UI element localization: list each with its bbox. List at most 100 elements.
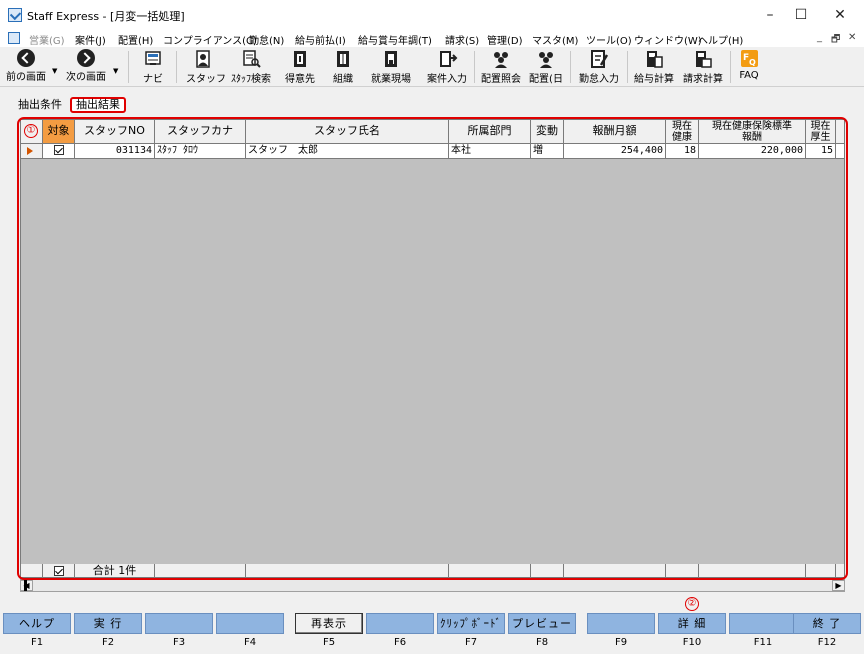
- menu-sales[interactable]: 営業(G): [29, 32, 65, 47]
- f6-button[interactable]: [366, 613, 434, 634]
- menu-billing[interactable]: 請求(S): [445, 32, 479, 47]
- staff-no-cell[interactable]: 031134: [75, 144, 155, 159]
- staff-kana-cell[interactable]: ｽﾀｯﾌ ﾀﾛｳ: [155, 144, 246, 159]
- menu-salary-bonus[interactable]: 給与賞与年調(T): [358, 32, 432, 47]
- f11-button[interactable]: [729, 613, 797, 634]
- header-pension-grade[interactable]: 現在 厚生: [806, 120, 836, 144]
- header-health-grade[interactable]: 現在 健康: [666, 120, 699, 144]
- health-standard-cell[interactable]: 220,000: [699, 144, 806, 159]
- toolbar-faq-button[interactable]: FQ FAQ: [734, 49, 764, 81]
- f5-key-label: F5: [322, 637, 336, 648]
- f2-key-label: F2: [101, 637, 115, 648]
- menu-assignment[interactable]: 配置(H): [118, 32, 153, 47]
- tab-extraction-results[interactable]: 抽出結果: [70, 97, 126, 113]
- header-target[interactable]: 対象: [43, 120, 75, 144]
- change-cell[interactable]: 増: [531, 144, 564, 159]
- navi-icon: [145, 51, 161, 65]
- health-grade-cell[interactable]: 18: [666, 144, 699, 159]
- toolbar-organization-button[interactable]: 組織: [328, 49, 358, 85]
- target-checkbox[interactable]: [53, 145, 64, 155]
- f9-key-label: F9: [614, 637, 628, 648]
- menu-tools[interactable]: ツール(O): [586, 32, 632, 47]
- toolbar-payroll-calc-button[interactable]: 給与計算: [631, 49, 677, 85]
- app-icon: [8, 8, 22, 22]
- grid-footer-row: 合計 1件: [21, 564, 844, 577]
- menu-attendance[interactable]: 勤怠(N): [249, 32, 284, 47]
- menu-bar: 営業(G) 案件(J) 配置(H) コンプライアンス(C) 勤怠(N) 給与前払…: [0, 30, 864, 47]
- header-staff-kana[interactable]: スタッフカナ: [155, 120, 246, 144]
- horizontal-scrollbar[interactable]: ◀ ▶: [20, 579, 845, 592]
- mdi-close-button[interactable]: ✕: [848, 32, 856, 43]
- header-health-standard-line1: 現在健康保険標準: [712, 121, 792, 132]
- f5-refresh-button[interactable]: 再表示: [295, 613, 363, 634]
- footer-checkbox[interactable]: [53, 566, 64, 576]
- maximize-button[interactable]: ☐: [783, 4, 819, 26]
- header-department[interactable]: 所属部門: [449, 120, 531, 144]
- toolbar-staff-search-button[interactable]: ｽﾀｯﾌ検索: [228, 49, 274, 85]
- staff-name-cell[interactable]: スタッフ 太郎: [246, 144, 449, 159]
- f11-key-label: F11: [753, 637, 773, 648]
- toolbar-worksite-button[interactable]: 就業現場: [368, 49, 414, 85]
- target-cell[interactable]: [43, 144, 75, 159]
- footer-selector: [21, 564, 43, 577]
- row-selector[interactable]: [21, 144, 43, 159]
- toolbar-case-input-button[interactable]: 案件入力: [424, 49, 470, 85]
- worksite-icon: [385, 51, 397, 67]
- menu-help[interactable]: ヘルプ(H): [698, 32, 743, 47]
- f1-key-label: F1: [30, 637, 44, 648]
- case-input-icon: [440, 51, 458, 67]
- current-row-arrow-icon: [27, 147, 33, 155]
- toolbar-assignment-inquiry-button[interactable]: 配置照会: [478, 49, 524, 85]
- toolbar-staff-button[interactable]: スタッフ: [186, 49, 226, 85]
- pension-grade-cell[interactable]: 15: [806, 144, 836, 159]
- forward-button[interactable]: 次の画面: [63, 49, 109, 83]
- department-cell[interactable]: 本社: [449, 144, 531, 159]
- header-change[interactable]: 変動: [531, 120, 564, 144]
- f10-detail-button[interactable]: 詳 細: [658, 613, 726, 634]
- f12-exit-button[interactable]: 終 了: [793, 613, 861, 634]
- toolbar-attendance-input-button[interactable]: 勤怠入力: [576, 49, 622, 85]
- overflow-cell: [836, 144, 844, 159]
- footer-check-cell: [43, 564, 75, 577]
- mdi-app-icon[interactable]: [8, 32, 20, 44]
- f9-button[interactable]: [587, 613, 655, 634]
- menu-admin[interactable]: 管理(D): [487, 32, 523, 47]
- menu-window[interactable]: ウィンドウ(W): [634, 32, 702, 47]
- annotation-callout-2: ②: [685, 597, 699, 611]
- toolbar-billing-calc-button[interactable]: 請求計算: [680, 49, 726, 85]
- f12-key-label: F12: [817, 637, 837, 648]
- menu-case[interactable]: 案件(J): [75, 32, 106, 47]
- scroll-right-button[interactable]: ▶: [832, 580, 845, 591]
- toolbar-customer-button[interactable]: 得意先: [282, 49, 318, 85]
- toolbar-navi-button[interactable]: ナビ: [140, 49, 166, 85]
- header-monthly-pay[interactable]: 報酬月額: [564, 120, 666, 144]
- f1-help-button[interactable]: ヘルプ: [3, 613, 71, 634]
- results-grid[interactable]: 対象 スタッフNO スタッフカナ スタッフ氏名 所属部門 変動 報酬月額 現在健…: [20, 119, 845, 578]
- back-button[interactable]: 前の画面: [3, 49, 49, 83]
- f3-button[interactable]: [145, 613, 213, 634]
- faq-icon: FQ: [741, 50, 758, 67]
- menu-master[interactable]: マスタ(M): [532, 32, 578, 47]
- menu-compliance[interactable]: コンプライアンス(C): [163, 32, 257, 47]
- f4-button[interactable]: [216, 613, 284, 634]
- f8-preview-button[interactable]: プレビュー: [508, 613, 576, 634]
- forward-history-dropdown-icon[interactable]: ▼: [113, 67, 118, 75]
- f2-execute-button[interactable]: 実 行: [74, 613, 142, 634]
- toolbar-assignment-daily-button[interactable]: 配置(日: [528, 49, 564, 85]
- tab-extraction-conditions[interactable]: 抽出条件: [18, 97, 62, 113]
- header-staff-name[interactable]: スタッフ氏名: [246, 120, 449, 144]
- monthly-pay-cell[interactable]: 254,400: [564, 144, 666, 159]
- table-row[interactable]: 031134 ｽﾀｯﾌ ﾀﾛｳ スタッフ 太郎 本社 増 254,400 18 …: [21, 144, 844, 159]
- title-bar: Staff Express - [月変一括処理] – ☐ ✕: [0, 0, 864, 30]
- scrollbar-thumb[interactable]: [24, 580, 27, 591]
- annotation-callout-1: ①: [24, 124, 38, 138]
- menu-pay-advance[interactable]: 給与前払(I): [295, 32, 346, 47]
- header-staff-no[interactable]: スタッフNO: [75, 120, 155, 144]
- close-button[interactable]: ✕: [822, 4, 858, 26]
- window-title: Staff Express - [月変一括処理]: [27, 10, 185, 23]
- f7-clipboard-button[interactable]: ｸﾘｯﾌﾟﾎﾞｰﾄﾞ: [437, 613, 505, 634]
- back-history-dropdown-icon[interactable]: ▼: [52, 67, 57, 75]
- mdi-minimize-button[interactable]: _: [817, 32, 822, 43]
- header-health-standard[interactable]: 現在健康保険標準 報酬: [699, 120, 806, 144]
- grid-header-row: 対象 スタッフNO スタッフカナ スタッフ氏名 所属部門 変動 報酬月額 現在健…: [21, 120, 844, 144]
